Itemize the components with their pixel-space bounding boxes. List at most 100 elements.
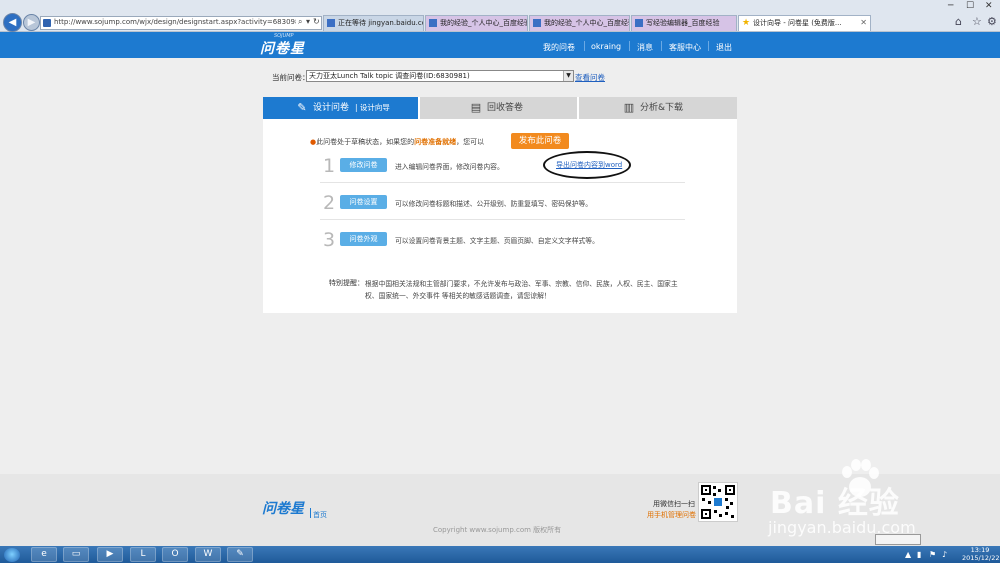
publish-survey-button[interactable]: 发布此问卷	[511, 133, 569, 149]
tab-collect-responses[interactable]: ▤ 回收答卷	[420, 97, 577, 119]
tab-favicon-icon	[327, 19, 335, 27]
chevron-down-icon[interactable]: ▼	[563, 71, 573, 81]
step-number: 2	[323, 192, 336, 214]
wechat-scan-text: 用微信扫一扫	[653, 500, 695, 508]
copyright-text: Copyright www.sojump.com 版权所有	[433, 526, 562, 534]
browser-tab[interactable]: 我的经验_个人中心_百度经验	[529, 15, 630, 31]
nav-divider	[629, 41, 630, 51]
word-icon[interactable]: W	[195, 547, 221, 562]
survey-select-value: 天力亚太Lunch Talk topic 调查问卷(ID:6830981)	[309, 72, 470, 80]
tab-design-sublabel: | 设计向导	[355, 103, 390, 112]
ie-icon[interactable]: e	[31, 547, 57, 562]
divider	[320, 182, 685, 183]
footer-logo[interactable]: 问卷星	[262, 498, 304, 518]
chart-icon: ▥	[623, 101, 635, 114]
document-icon: ▤	[470, 101, 482, 114]
tray-show-hidden-icon[interactable]: ▲	[905, 550, 911, 559]
home-icon[interactable]: ⌂	[955, 15, 962, 28]
tab-label: 我的经验_个人中心_百度经验	[440, 19, 528, 27]
step-description: 可以修改问卷标题和描述、公开级别、防重复填写、密码保护等。	[395, 200, 593, 208]
media-player-icon[interactable]: ▶	[97, 547, 123, 562]
mobile-manage-text: 用手机管理问卷	[647, 511, 696, 519]
step-number: 3	[323, 229, 336, 251]
survey-settings-button[interactable]: 问卷设置	[340, 195, 387, 209]
step-number: 1	[323, 155, 336, 177]
draft-notice: ●此问卷处于草稿状态，如果您的问卷准备就绪，您可以	[310, 137, 484, 147]
tab-favicon-icon	[429, 19, 437, 27]
footer-divider	[310, 508, 311, 518]
survey-select[interactable]: 天力亚太Lunch Talk topic 调查问卷(ID:6830981) ▼	[306, 70, 574, 82]
tab-analyze-download[interactable]: ▥ 分析&下载	[579, 97, 737, 119]
divider	[320, 219, 685, 220]
hand-drawn-highlight-oval	[543, 151, 631, 179]
site-logo[interactable]: 问卷星	[260, 38, 305, 58]
address-url: http://www.sojump.com/wjx/design/designs…	[54, 18, 296, 26]
clock-date: 2015/12/22	[962, 554, 1000, 562]
settings-gear-icon[interactable]: ⚙	[987, 15, 997, 28]
notice-text: 此问卷处于草稿状态，如果您的	[316, 138, 415, 146]
file-explorer-icon[interactable]: ▭	[63, 547, 89, 562]
favorites-star-icon[interactable]: ☆	[972, 15, 982, 28]
tray-volume-icon[interactable]: ♪	[942, 550, 947, 559]
ime-toolbar[interactable]	[875, 534, 921, 545]
nav-logout[interactable]: 退出	[716, 42, 732, 53]
forward-button[interactable]: ▶	[23, 14, 40, 31]
nav-username[interactable]: okraing	[591, 42, 621, 51]
browser-chrome: ◀ ▶ http://www.sojump.com/wjx/design/des…	[0, 0, 1000, 32]
tab-label: 设计向导 - 问卷星 (免费版...	[753, 19, 842, 27]
tab-favicon-icon	[635, 19, 643, 27]
lync-icon[interactable]: L	[130, 547, 156, 562]
close-tab-icon[interactable]: ✕	[860, 16, 867, 30]
tips-text: 根据中国相关法规和主管部门要求，不允许发布与政治、军事、宗教、信仰、民族，人权、…	[365, 280, 678, 300]
current-survey-label: 当前问卷：	[272, 73, 310, 82]
nav-messages[interactable]: 消息	[637, 42, 653, 53]
tab-design-survey[interactable]: ✎ 设计问卷 | 设计向导	[263, 97, 418, 119]
nav-divider	[584, 41, 585, 51]
close-window-icon[interactable]: ✕	[985, 1, 993, 11]
view-survey-link[interactable]: 查看问卷	[575, 72, 605, 83]
tab-design-label: 设计问卷	[313, 103, 350, 113]
back-button[interactable]: ◀	[3, 13, 22, 32]
tab-collect-label: 回收答卷	[487, 103, 524, 113]
clock-time: 13:19	[970, 546, 990, 554]
nav-my-surveys[interactable]: 我的问卷	[543, 42, 575, 53]
tray-clock[interactable]: 13:19 2015/12/22	[962, 546, 1000, 562]
nav-divider	[708, 41, 709, 51]
tab-label: 写经验编辑器_百度经验	[646, 19, 720, 27]
tab-label: 我的经验_个人中心_百度经验	[544, 19, 630, 27]
edit-survey-button[interactable]: 修改问卷	[340, 158, 387, 172]
tips-label: 特别提醒：	[329, 279, 364, 287]
star-favicon-icon: ★	[742, 18, 751, 28]
start-button[interactable]	[4, 548, 20, 562]
qr-code	[698, 482, 738, 522]
search-icon[interactable]: ⌕	[298, 17, 302, 27]
site-header: SOJUMP 问卷星 我的问卷 okraing 消息 客服中心 退出	[0, 32, 1000, 58]
baidu-watermark: Bai 经验	[770, 486, 900, 521]
maximize-icon[interactable]: ☐	[966, 1, 974, 11]
edit-icon: ✎	[297, 101, 307, 114]
nav-support[interactable]: 客服中心	[669, 42, 701, 53]
browser-tab-active[interactable]: ★ 设计向导 - 问卷星 (免费版... ✕	[738, 15, 871, 31]
outlook-icon[interactable]: O	[162, 547, 188, 562]
browser-tab[interactable]: 正在等待 jingyan.baidu.com	[323, 15, 424, 31]
dropdown-icon[interactable]: ▾	[306, 17, 310, 26]
address-bar[interactable]: http://www.sojump.com/wjx/design/designs…	[40, 16, 322, 30]
tab-label: 正在等待 jingyan.baidu.com	[338, 19, 424, 27]
footer-home-link[interactable]: 首页	[313, 510, 327, 520]
nav-divider	[661, 41, 662, 51]
notice-highlight: 问卷准备就绪	[414, 138, 457, 146]
refresh-icon[interactable]: ↻	[313, 17, 320, 26]
minimize-icon[interactable]: ─	[948, 1, 953, 11]
paint-icon[interactable]: ✎	[227, 547, 253, 562]
step-description: 进入编辑问卷界面，修改问卷内容。	[395, 163, 504, 171]
step-description: 可以设置问卷背景主题、文字主题、页眉页脚、自定义文字样式等。	[395, 237, 599, 245]
tab-analyze-label: 分析&下载	[640, 103, 684, 113]
tray-network-icon[interactable]: ▮	[917, 550, 921, 559]
browser-tab[interactable]: 我的经验_个人中心_百度经验	[425, 15, 528, 31]
site-favicon-icon	[43, 19, 51, 27]
survey-appearance-button[interactable]: 问卷外观	[340, 232, 387, 246]
tab-favicon-icon	[533, 19, 541, 27]
browser-tab[interactable]: 写经验编辑器_百度经验	[631, 15, 737, 31]
tray-flag-icon[interactable]: ⚑	[929, 550, 936, 559]
notice-text-end: ，您可以	[456, 138, 485, 146]
